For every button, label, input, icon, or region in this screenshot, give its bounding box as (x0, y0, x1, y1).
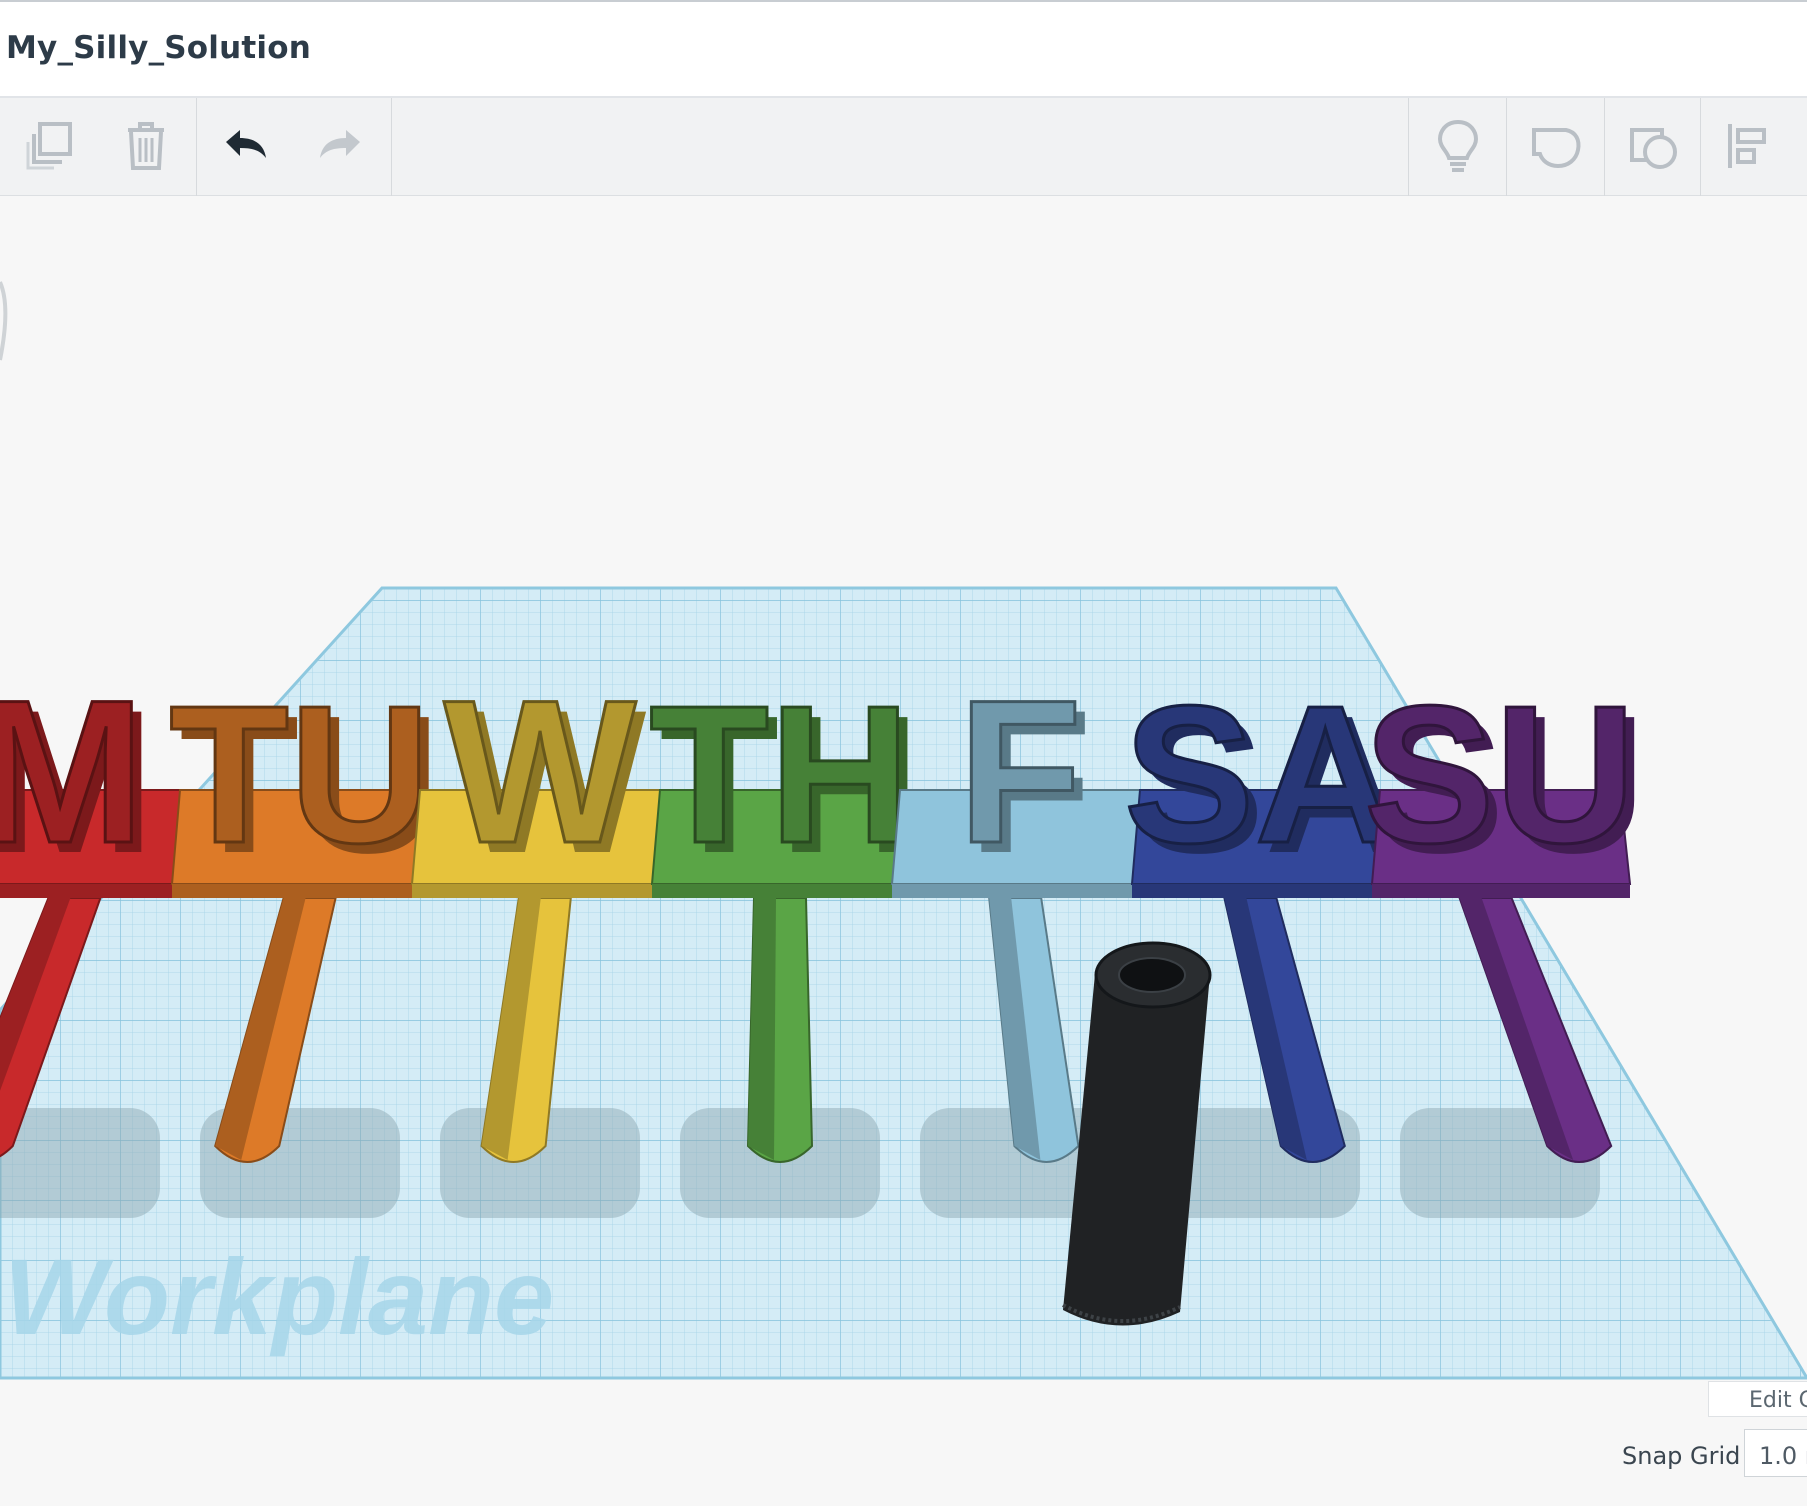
snap-grid-label: Snap Grid (1622, 1442, 1741, 1470)
comment-icon (1630, 128, 1677, 169)
redo-icon (320, 130, 360, 158)
comments-button[interactable] (1622, 114, 1686, 178)
bottom-bar: Edit Grid Snap Grid 1.0 mm (0, 1381, 1807, 1506)
sign-letters: SU (1364, 665, 1636, 884)
toolbar-divider (1506, 98, 1507, 196)
align-icon (1728, 124, 1766, 168)
undo-icon (226, 130, 266, 158)
sign-letters: W (444, 658, 637, 886)
stake-shadow (0, 1108, 160, 1218)
sign-letters: F (958, 658, 1083, 886)
redo-button[interactable] (308, 114, 372, 178)
copy-icon (26, 122, 72, 170)
align-button[interactable] (1718, 114, 1782, 178)
partial-object-outline (0, 281, 8, 361)
edit-grid-button[interactable]: Edit Grid (1708, 1381, 1807, 1417)
3d-viewport[interactable]: Workplane M M TU TU W W TH TH F F SA SA SU SU (0, 196, 1807, 1381)
lightbulb-button[interactable] (1426, 114, 1490, 178)
toolbar-divider (1604, 98, 1605, 196)
toolbar-divider (1700, 98, 1701, 196)
undo-button[interactable] (214, 114, 278, 178)
snap-grid-select[interactable]: 1.0 mm (1744, 1429, 1807, 1477)
title-bar: My_Silly_Solution (0, 0, 1807, 98)
sign-letters: M (0, 658, 145, 886)
note-icon (1532, 128, 1581, 169)
notes-button[interactable] (1524, 114, 1588, 178)
sign-letters: TU (169, 665, 430, 884)
copy-button[interactable] (20, 114, 84, 178)
toolbar (0, 98, 1807, 196)
workplane-label: Workplane (4, 1236, 554, 1357)
sign-letters: TH (649, 665, 910, 884)
toolbar-divider (391, 98, 392, 196)
toolbar-divider (196, 98, 197, 196)
delete-button[interactable] (114, 114, 178, 178)
toolbar-divider (1408, 98, 1409, 196)
design-title[interactable]: My_Silly_Solution (6, 30, 311, 66)
sign-letters: SA (1124, 665, 1396, 884)
lightbulb-icon (1437, 119, 1479, 172)
trash-icon (128, 122, 164, 170)
